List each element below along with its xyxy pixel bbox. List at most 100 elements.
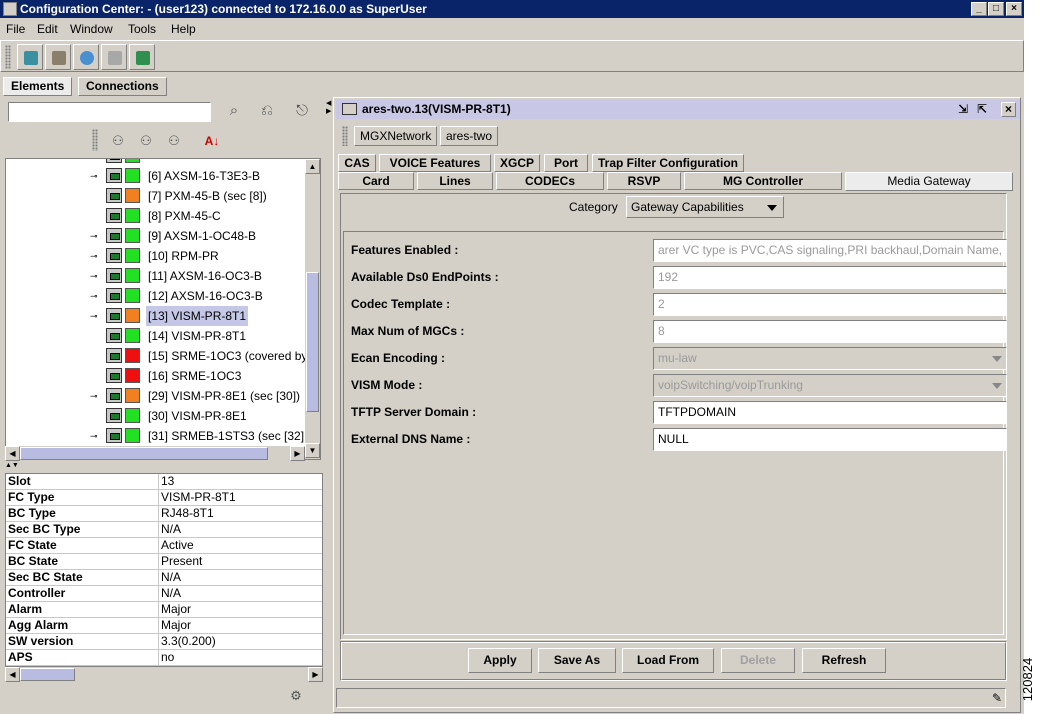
tree-row[interactable]: [8] PXM-45-C bbox=[6, 206, 306, 226]
expand-toggle-icon[interactable]: ⊸ bbox=[90, 291, 102, 301]
split-pane-divider[interactable]: ▲▼ bbox=[5, 462, 323, 469]
properties-horizontal-scrollbar[interactable]: ◀ ▶ bbox=[5, 667, 323, 682]
tree-row-label: [13] VISM-PR-8T1 bbox=[146, 306, 249, 326]
scroll-right-button[interactable]: ▶ bbox=[308, 667, 323, 682]
field-input[interactable]: arer VC type is PVC,CAS signaling,PRI ba… bbox=[653, 239, 1007, 262]
tab-connections[interactable]: Connections bbox=[78, 77, 167, 96]
expand-toggle-icon[interactable]: ⊸ bbox=[90, 251, 102, 261]
toolbar-grip[interactable] bbox=[5, 45, 11, 69]
tree-horizontal-scrollbar[interactable]: ◀ ▶ bbox=[5, 446, 305, 461]
menu-window[interactable]: Window bbox=[70, 22, 113, 36]
expand-toggle-icon[interactable]: ⊸ bbox=[90, 231, 102, 241]
main-splitter[interactable]: ◀ ▶ bbox=[326, 97, 332, 713]
menu-tools[interactable]: Tools bbox=[128, 22, 156, 36]
tree-row[interactable]: ⊸ [13] VISM-PR-8T1 bbox=[6, 306, 306, 326]
tab-port[interactable]: Port bbox=[544, 154, 588, 172]
find-next-icon[interactable]: ⎋ bbox=[292, 102, 312, 120]
tab-media-gateway[interactable]: Media Gateway bbox=[845, 172, 1013, 191]
tree-row[interactable]: ⊸ [6] AXSM-16-T3E3-B bbox=[6, 166, 306, 186]
breadcrumb-grip[interactable] bbox=[342, 126, 348, 146]
breadcrumb-network[interactable]: MGXNetwork bbox=[354, 126, 438, 146]
menu-file[interactable]: File bbox=[6, 22, 25, 36]
tree-row[interactable]: ⊸ [9] AXSM-1-OC48-B bbox=[6, 226, 306, 246]
binoculars-icon[interactable]: ⌕ bbox=[224, 102, 244, 120]
shield-tool-button[interactable] bbox=[73, 44, 99, 70]
tree-row[interactable]: [15] SRME-1OC3 (covered by bbox=[6, 346, 307, 366]
cube-tool-button[interactable] bbox=[17, 44, 43, 70]
scroll-left-button[interactable]: ◀ bbox=[5, 446, 20, 461]
export-tool-button[interactable] bbox=[129, 44, 155, 70]
collapse-nodes-icon[interactable]: ⚇ bbox=[136, 132, 156, 150]
tab-card[interactable]: Card bbox=[338, 172, 414, 190]
scroll-thumb[interactable] bbox=[306, 272, 319, 412]
tree-row[interactable]: ⊸ [10] RPM-PR bbox=[6, 246, 306, 266]
maximize-button[interactable]: □ bbox=[988, 2, 1004, 16]
scroll-right-button[interactable]: ▶ bbox=[290, 446, 305, 461]
tab-trap-filter-configuration[interactable]: Trap Filter Configuration bbox=[592, 154, 744, 172]
field-select[interactable]: voipSwitching/voipTrunking bbox=[653, 374, 1007, 397]
save-as-button[interactable]: Save As bbox=[538, 648, 616, 673]
field-input[interactable]: 8 bbox=[653, 320, 1007, 343]
find-previous-icon[interactable]: ⎌ bbox=[257, 102, 277, 120]
tree-row[interactable]: [30] VISM-PR-8E1 bbox=[6, 406, 306, 426]
iconify-icon[interactable]: ⇲ bbox=[958, 102, 972, 116]
tree-toolbar-grip[interactable] bbox=[92, 129, 98, 151]
tree-row[interactable]: ⊸ [31] SRMEB-1STS3 (sec [32] bbox=[6, 426, 306, 446]
field-input[interactable]: TFTPDOMAIN bbox=[653, 401, 1007, 424]
tree-row[interactable]: ⊸ [29] VISM-PR-8E1 (sec [30]) bbox=[6, 386, 306, 406]
search-input[interactable] bbox=[8, 102, 211, 122]
tab-codecs[interactable]: CODECs bbox=[496, 172, 604, 190]
tree-row[interactable]: [16] SRME-1OC3 bbox=[6, 366, 306, 386]
close-button[interactable]: × bbox=[1006, 2, 1022, 16]
expand-toggle-icon[interactable]: ⊸ bbox=[90, 311, 102, 321]
delete-button[interactable]: Delete bbox=[721, 648, 795, 673]
scroll-down-button[interactable]: ▼ bbox=[305, 443, 320, 458]
scroll-thumb[interactable] bbox=[20, 668, 75, 681]
expand-right-icon[interactable]: ▶ bbox=[326, 107, 331, 115]
tab-voice-features[interactable]: VOICE Features bbox=[379, 154, 491, 172]
tab-xgcp[interactable]: XGCP bbox=[494, 154, 540, 172]
field-input[interactable]: 2 bbox=[653, 293, 1007, 316]
expand-toggle-icon[interactable]: ⊸ bbox=[90, 391, 102, 401]
maximize-icon[interactable]: ⇱ bbox=[977, 102, 991, 116]
tree-row[interactable]: [14] VISM-PR-8T1 bbox=[6, 326, 306, 346]
property-row: Sec BC Type N/A bbox=[6, 522, 322, 538]
sort-az-icon[interactable]: A↓ bbox=[202, 132, 222, 150]
field-select[interactable]: mu-law bbox=[653, 347, 1007, 370]
category-select[interactable]: Gateway Capabilities bbox=[626, 196, 784, 218]
expand-toggle-icon[interactable]: ⊸ bbox=[90, 271, 102, 281]
scroll-left-button[interactable]: ◀ bbox=[5, 667, 20, 682]
tab-lines[interactable]: Lines bbox=[417, 172, 493, 190]
tab-elements[interactable]: Elements bbox=[3, 77, 73, 96]
tree-row[interactable]: [7] PXM-45-B (sec [8]) bbox=[6, 186, 306, 206]
status-indicator bbox=[125, 408, 140, 423]
expand-nodes-icon[interactable]: ⚇ bbox=[108, 132, 128, 150]
field-input[interactable]: 192 bbox=[653, 266, 1007, 289]
close-icon[interactable]: × bbox=[1001, 102, 1016, 117]
tab-cas[interactable]: CAS bbox=[338, 154, 376, 172]
tab-mg-controller[interactable]: MG Controller bbox=[684, 172, 842, 190]
properties-settings-icon[interactable]: ⚙ bbox=[286, 687, 306, 705]
tree-row[interactable]: ⊸ [11] AXSM-16-OC3-B bbox=[6, 266, 306, 286]
configure-tool-button[interactable] bbox=[45, 44, 71, 70]
tree-row[interactable]: ⊸ [12] AXSM-16-OC3-B bbox=[6, 286, 306, 306]
field-value: mu-law bbox=[658, 351, 697, 365]
scroll-up-button[interactable]: ▲ bbox=[305, 159, 320, 174]
tree-vertical-scrollbar[interactable]: ▲ ▼ bbox=[305, 159, 320, 459]
pencil-icon[interactable]: ✎ bbox=[992, 691, 1002, 705]
tab-rsvp[interactable]: RSVP bbox=[607, 172, 681, 190]
minimize-button[interactable]: _ bbox=[971, 2, 987, 16]
apply-button[interactable]: Apply bbox=[468, 648, 532, 673]
menu-edit[interactable]: Edit bbox=[37, 22, 58, 36]
breadcrumb-node[interactable]: ares-two bbox=[440, 126, 499, 146]
group-nodes-icon[interactable]: ⚇ bbox=[164, 132, 184, 150]
collapse-left-icon[interactable]: ◀ bbox=[326, 99, 331, 107]
menu-help[interactable]: Help bbox=[171, 22, 196, 36]
refresh-button[interactable]: Refresh bbox=[802, 648, 886, 673]
expand-toggle-icon[interactable]: ⊸ bbox=[90, 171, 102, 181]
field-input[interactable]: NULL bbox=[653, 428, 1007, 451]
scroll-thumb[interactable] bbox=[20, 447, 268, 460]
copy-tool-button[interactable] bbox=[101, 44, 127, 70]
expand-toggle-icon[interactable]: ⊸ bbox=[90, 431, 102, 441]
load-from-button[interactable]: Load From bbox=[622, 648, 714, 673]
